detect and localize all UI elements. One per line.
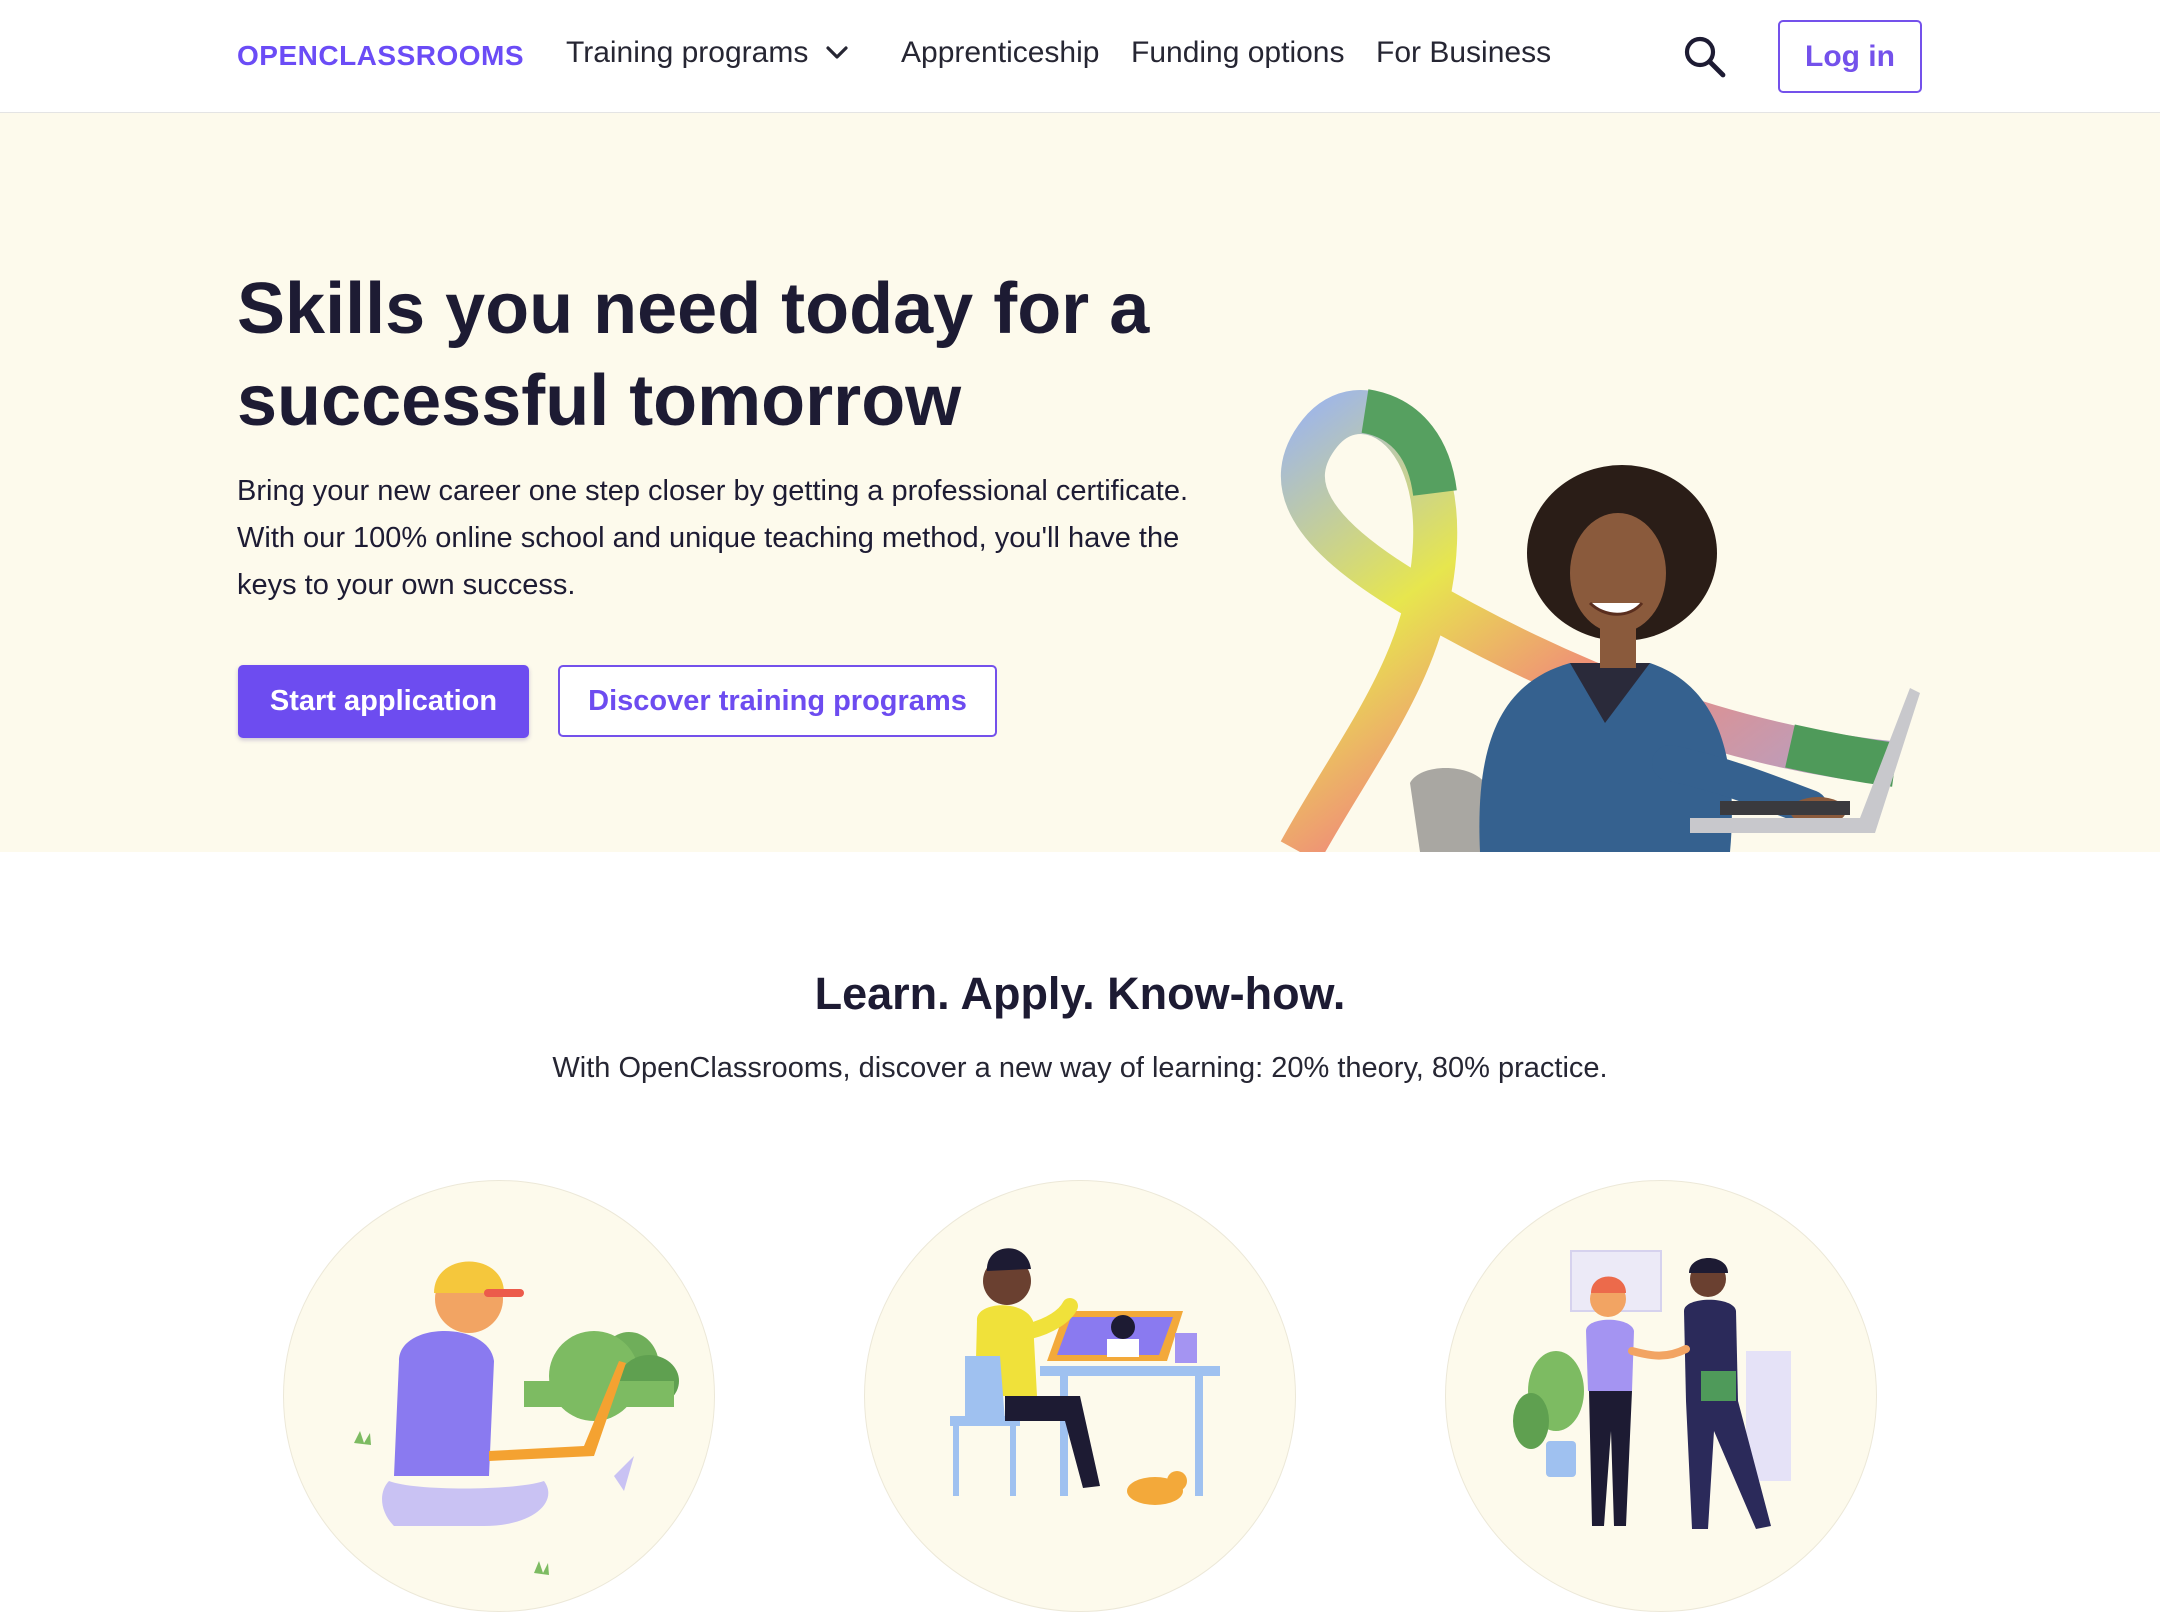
nav-training-programs-label: Training programs <box>566 36 809 69</box>
hero-title: Skills you need today for a successful t… <box>237 269 1150 441</box>
openclassrooms-logo[interactable]: OPENCLASSROOMS <box>237 40 524 72</box>
nav-apprenticeship[interactable]: Apprenticeship <box>901 36 1099 70</box>
discover-training-programs-button[interactable]: Discover training programs <box>558 665 997 737</box>
nav-training-programs[interactable]: Training programs <box>566 36 848 70</box>
nav-for-business[interactable]: For Business <box>1376 36 1551 70</box>
search-button[interactable] <box>1680 32 1730 82</box>
learner-with-laptop-illustration <box>354 1261 679 1575</box>
apply-illustration-circle <box>864 1180 1296 1612</box>
learn-section-subtitle: With OpenClassrooms, discover a new way … <box>552 1052 1608 1084</box>
login-button[interactable]: Log in <box>1778 20 1922 93</box>
chevron-down-icon <box>826 46 848 59</box>
handshake-illustration <box>1513 1250 1791 1529</box>
hero-student-illustration <box>1280 389 1920 852</box>
video-call-desk-illustration <box>950 1248 1220 1505</box>
know-how-illustration-circle <box>1445 1180 1877 1612</box>
hero-section: Skills you need today for a successful t… <box>0 113 2160 852</box>
learn-illustration-circle <box>283 1180 715 1612</box>
hero-description: Bring your new career one step closer by… <box>237 475 1189 601</box>
learn-section-title: Learn. Apply. Know-how. <box>814 968 1346 1019</box>
search-icon <box>1684 36 1726 78</box>
start-application-button[interactable]: Start application <box>238 665 529 738</box>
nav-funding-options[interactable]: Funding options <box>1131 36 1345 70</box>
site-header: OPENCLASSROOMS Training programs Apprent… <box>0 0 2160 113</box>
